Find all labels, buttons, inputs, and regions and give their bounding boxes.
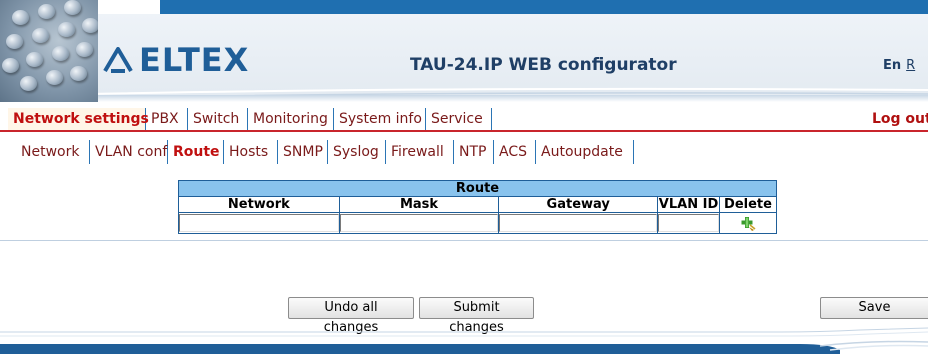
submenu-autoupdate[interactable]: Autoupdate bbox=[536, 140, 634, 164]
header: ELTEX TAU-24.IP WEB configurator En R bbox=[0, 0, 928, 102]
submenu-syslog[interactable]: Syslog bbox=[328, 140, 386, 164]
menu-service[interactable]: Service bbox=[426, 108, 492, 130]
mask-input[interactable] bbox=[339, 214, 499, 232]
sub-menu: Network VLAN conf Route Hosts SNMP Syslo… bbox=[0, 140, 928, 164]
submenu-vlan-conf[interactable]: VLAN conf bbox=[90, 140, 168, 164]
menu-pbx[interactable]: PBX bbox=[146, 108, 188, 130]
submit-changes-button[interactable]: Submit changes bbox=[419, 297, 534, 335]
cell-gateway bbox=[498, 212, 659, 234]
route-table: Route Network Mask Gateway VLAN ID Delet… bbox=[178, 180, 778, 234]
cell-vlan-id bbox=[657, 212, 720, 234]
header-band-bottom bbox=[0, 95, 928, 102]
cell-mask bbox=[338, 212, 500, 234]
header-top-stripe bbox=[160, 0, 928, 14]
column-header-gateway: Gateway bbox=[498, 196, 659, 213]
network-input[interactable] bbox=[179, 214, 339, 232]
save-button[interactable]: Save bbox=[820, 297, 928, 319]
submenu-snmp[interactable]: SNMP bbox=[278, 140, 328, 164]
eltex-logo-icon bbox=[103, 47, 133, 73]
column-header-delete: Delete bbox=[718, 196, 778, 213]
column-header-vlan-id: VLAN ID bbox=[657, 196, 720, 213]
add-route-icon[interactable] bbox=[740, 216, 756, 232]
menu-switch[interactable]: Switch bbox=[188, 108, 248, 130]
logout-link[interactable]: Log out bbox=[872, 108, 928, 130]
main-menu: Network settings PBX Switch Monitoring S… bbox=[0, 106, 928, 132]
language-switcher: En R bbox=[883, 58, 915, 73]
cell-network bbox=[178, 212, 340, 234]
keypad-image bbox=[0, 0, 98, 102]
submenu-firewall[interactable]: Firewall bbox=[386, 140, 454, 164]
table-row-new-route bbox=[178, 212, 778, 234]
route-table-title: Route bbox=[178, 180, 777, 197]
lang-ru-link[interactable]: R bbox=[906, 58, 915, 73]
app-title: TAU-24.IP WEB configurator bbox=[410, 55, 677, 75]
vlan-id-input[interactable] bbox=[658, 214, 719, 232]
eltex-logo: ELTEX bbox=[103, 40, 249, 80]
submenu-route[interactable]: Route bbox=[168, 140, 224, 164]
menu-network-settings[interactable]: Network settings bbox=[8, 108, 149, 130]
menu-monitoring[interactable]: Monitoring bbox=[248, 108, 334, 130]
gateway-input[interactable] bbox=[499, 214, 658, 232]
submenu-acs[interactable]: ACS bbox=[494, 140, 536, 164]
menu-system-info[interactable]: System info bbox=[334, 108, 426, 130]
content-divider bbox=[0, 240, 928, 241]
submenu-ntp[interactable]: NTP bbox=[454, 140, 494, 164]
column-header-network: Network bbox=[178, 196, 340, 213]
undo-all-changes-button[interactable]: Undo all changes bbox=[288, 297, 414, 335]
logo-text: ELTEX bbox=[139, 41, 250, 79]
submenu-network[interactable]: Network bbox=[16, 140, 90, 164]
submenu-hosts[interactable]: Hosts bbox=[224, 140, 278, 164]
cell-add bbox=[718, 212, 778, 234]
lang-en[interactable]: En bbox=[883, 58, 901, 73]
footer-decoration bbox=[0, 327, 928, 354]
column-header-mask: Mask bbox=[338, 196, 500, 213]
